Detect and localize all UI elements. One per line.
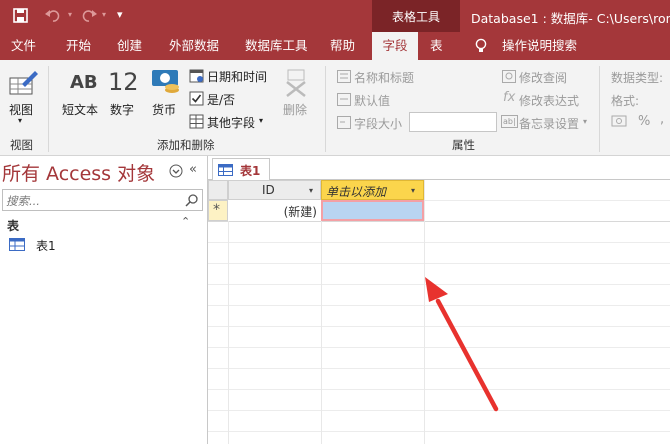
view-dropdown-icon[interactable]: ▾ <box>18 116 22 125</box>
doc-tab-table1[interactable]: 表1 <box>212 158 270 181</box>
expression-fx-icon[interactable]: fx <box>503 90 515 105</box>
tell-me-search[interactable]: 操作说明搜索 <box>502 32 577 60</box>
short-text-icon[interactable]: AB <box>70 72 98 93</box>
navigation-pane: 所有 Access 对象 « 搜索... 表 ⌃ 表1 <box>0 156 208 444</box>
yes-no-button[interactable]: 是/否 <box>207 91 235 108</box>
title-bar: ▾ ▾ ▾ 表格工具 Database1 : 数据库- C:\Users\ron… <box>0 0 670 32</box>
click-to-add-label: 单击以添加 <box>326 185 387 199</box>
more-fields-button[interactable]: 其他字段 <box>207 114 255 131</box>
short-text-button[interactable]: 短文本 <box>62 101 98 118</box>
format-label: 格式: <box>611 94 640 108</box>
context-group-label: 表格工具 <box>392 10 441 24</box>
search-icon[interactable] <box>185 193 199 210</box>
delete-icon[interactable] <box>283 68 309 101</box>
tab-table[interactable]: 表 <box>430 32 443 60</box>
row-line <box>208 242 670 243</box>
default-value-button[interactable]: 默认值 <box>354 92 390 109</box>
more-fields-dropdown-icon[interactable]: ▾ <box>259 116 263 125</box>
row-line <box>208 221 670 222</box>
nav-pane-title[interactable]: 所有 Access 对象 <box>2 159 155 186</box>
lightbulb-icon[interactable] <box>474 38 488 57</box>
customize-qat-icon[interactable]: ▾ <box>117 8 123 21</box>
new-row-selector[interactable]: * <box>208 200 228 221</box>
collapse-pane-icon[interactable]: « <box>189 162 197 177</box>
currency-button[interactable]: 货币 <box>152 101 176 118</box>
nav-item-table1[interactable]: 表1 <box>36 237 56 254</box>
modify-expression-button[interactable]: 修改表达式 <box>519 92 579 109</box>
yes-no-icon[interactable] <box>189 91 204 109</box>
datasheet: ID ▾ 单击以添加 ▾ * (新建) <box>208 180 670 444</box>
document-tabs: 表1 <box>208 156 670 181</box>
view-icon[interactable] <box>8 68 40 99</box>
new-record-icon: * <box>213 202 220 218</box>
select-all-corner[interactable] <box>208 180 228 200</box>
section-collapse-icon[interactable]: ⌃ <box>181 215 190 228</box>
new-row-id-value: (新建) <box>283 205 317 219</box>
doc-tab-label[interactable]: 表1 <box>240 162 260 179</box>
ribbon-tab-row: 文件 开始 创建 外部数据 数据库工具 帮助 字段 表 操作说明搜索 <box>0 32 670 60</box>
tab-fields[interactable]: 字段 <box>372 32 418 60</box>
nav-section-tables[interactable]: 表 <box>7 217 19 234</box>
name-caption-icon[interactable] <box>337 70 351 86</box>
field-size-label: 字段大小 <box>354 117 403 131</box>
currency-icon[interactable] <box>150 68 182 99</box>
percent-format-button[interactable]: % <box>638 114 650 129</box>
undo-dropdown-icon[interactable]: ▾ <box>68 10 72 19</box>
nav-search-box[interactable]: 搜索... <box>2 189 203 211</box>
number-button[interactable]: 数字 <box>110 101 134 118</box>
modify-lookups-button[interactable]: 修改查阅 <box>519 69 567 86</box>
tab-help[interactable]: 帮助 <box>330 32 355 60</box>
currency-format-icon[interactable] <box>611 114 627 131</box>
tab-home[interactable]: 开始 <box>66 32 91 60</box>
separator <box>325 66 326 152</box>
field-size-input[interactable] <box>409 112 497 132</box>
redo-dropdown-icon[interactable]: ▾ <box>102 10 106 19</box>
new-row-id-cell[interactable]: (新建) <box>228 200 321 221</box>
column-header-id[interactable]: ID ▾ <box>228 180 321 200</box>
column-header-id-label: ID <box>262 183 275 197</box>
separator <box>48 66 49 152</box>
nav-menu-dropdown-icon[interactable] <box>169 164 183 181</box>
window-title: Database1 : 数据库- C:\Users\rong <box>471 11 670 26</box>
comma-format-button[interactable]: , <box>660 112 664 127</box>
tab-database-tools[interactable]: 数据库工具 <box>245 32 308 60</box>
table-icon <box>9 238 25 254</box>
memo-settings-button[interactable]: 备忘录设置 <box>519 115 579 132</box>
date-time-button[interactable]: 日期和时间 <box>207 68 267 85</box>
group-label-properties: 属性 <box>452 138 475 152</box>
save-icon[interactable] <box>13 8 28 26</box>
table-icon <box>218 164 233 179</box>
ribbon-fields: 视图 ▾ 视图 AB 短文本 12 数字 货币 日期和时间 是/否 其他字段 ▾… <box>0 60 670 156</box>
default-value-icon[interactable] <box>337 93 351 109</box>
row-line <box>208 263 670 264</box>
date-time-icon[interactable] <box>189 68 204 86</box>
field-size-icon <box>337 116 351 132</box>
name-caption-button[interactable]: 名称和标题 <box>354 69 414 86</box>
tab-create[interactable]: 创建 <box>117 32 142 60</box>
nav-search-input[interactable]: 搜索... <box>6 193 40 209</box>
undo-icon[interactable] <box>44 8 64 26</box>
row-line <box>208 431 670 432</box>
tab-file[interactable]: 文件 <box>11 32 36 60</box>
column-dropdown-icon[interactable]: ▾ <box>309 186 313 195</box>
tab-external-data[interactable]: 外部数据 <box>169 32 219 60</box>
column-dropdown-icon[interactable]: ▾ <box>411 186 415 195</box>
more-fields-icon[interactable] <box>189 114 204 132</box>
modify-lookups-icon[interactable] <box>502 70 516 86</box>
group-label-view: 视图 <box>10 138 33 152</box>
number-icon[interactable]: 12 <box>108 68 139 96</box>
data-type-label: 数据类型: <box>611 71 664 85</box>
column-header-click-to-add[interactable]: 单击以添加 ▾ <box>321 180 424 200</box>
memo-settings-dropdown-icon[interactable]: ▾ <box>583 117 587 126</box>
redo-icon[interactable] <box>78 8 98 26</box>
memo-settings-icon[interactable]: ab| <box>501 115 518 128</box>
delete-button[interactable]: 删除 <box>283 101 307 118</box>
group-label-add-delete: 添加和删除 <box>157 138 215 152</box>
separator <box>599 66 600 152</box>
new-row-active-cell[interactable] <box>321 200 424 221</box>
annotation-arrow-icon <box>425 277 499 412</box>
